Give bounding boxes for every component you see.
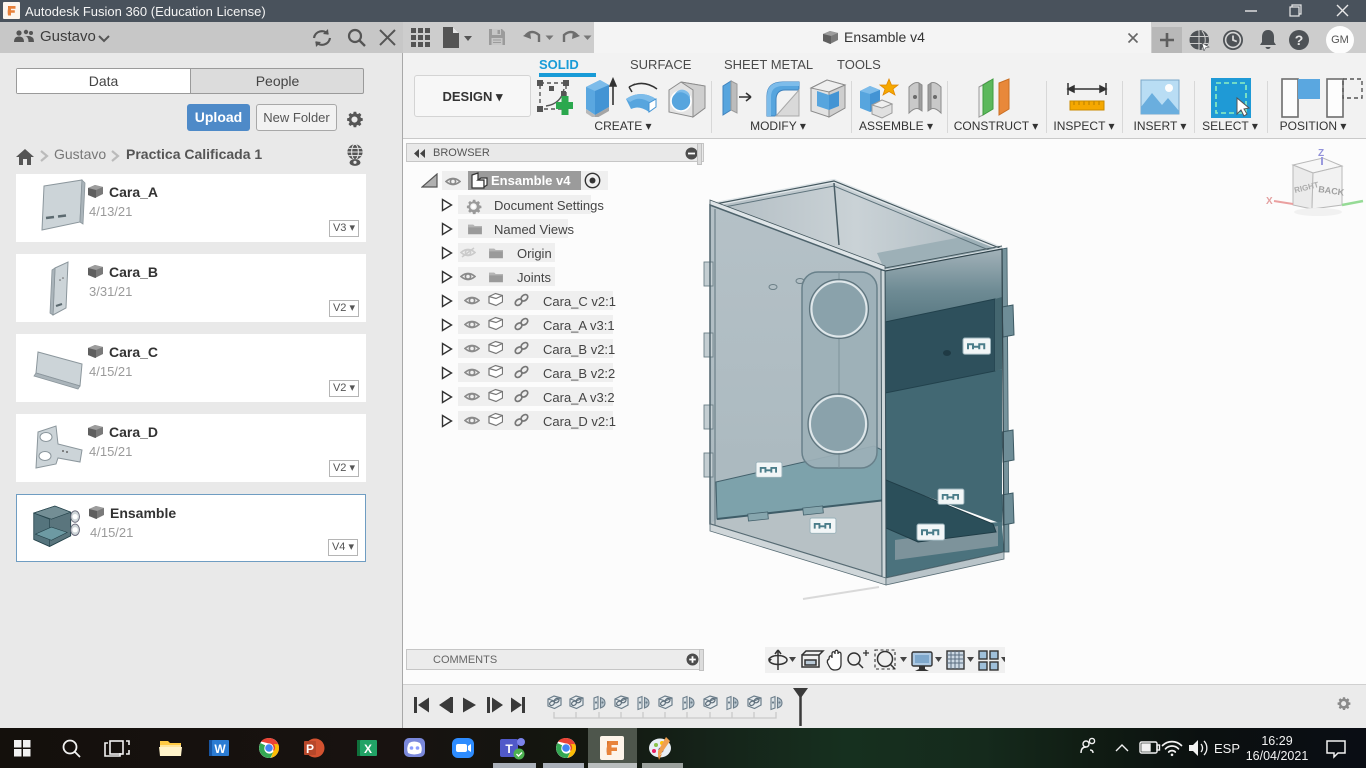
svg-text:16/04/2021: 16/04/2021 xyxy=(1246,749,1309,763)
svg-text:T: T xyxy=(505,742,513,756)
svg-text:?: ? xyxy=(1295,32,1304,48)
svg-text:X: X xyxy=(1266,196,1273,207)
svg-text:16:29: 16:29 xyxy=(1261,734,1292,748)
svg-text:P: P xyxy=(306,742,314,756)
svg-text:W: W xyxy=(214,742,226,756)
svg-text:X: X xyxy=(364,742,372,756)
svg-text:ESP: ESP xyxy=(1214,741,1240,756)
